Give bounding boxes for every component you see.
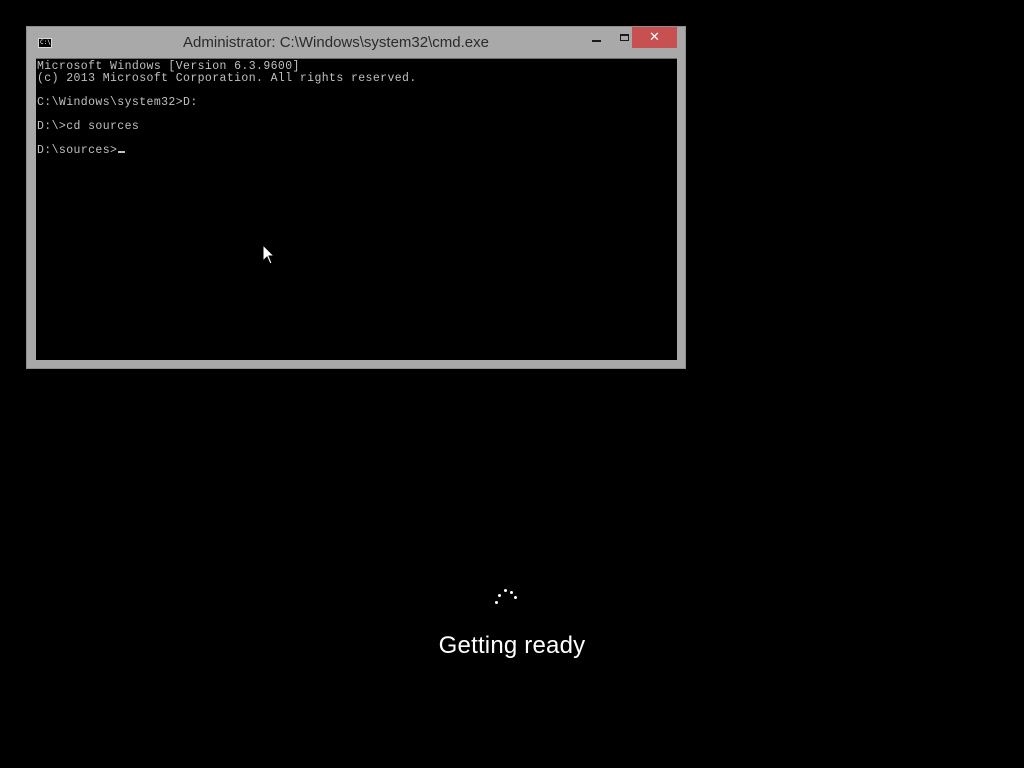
minimize-icon (591, 39, 601, 42)
close-button[interactable]: ✕ (632, 27, 677, 48)
console-line: D:\>cd sources (37, 120, 140, 133)
minimize-button[interactable] (582, 27, 610, 48)
loading-spinner-icon (493, 586, 519, 606)
console-output[interactable]: Microsoft Windows [Version 6.3.9600] (c)… (36, 58, 677, 360)
console-prompt: D:\sources> (37, 144, 118, 157)
maximize-icon (619, 34, 629, 41)
title-bar[interactable]: C:\. Administrator: C:\Windows\system32\… (27, 27, 685, 58)
close-icon: ✕ (649, 30, 660, 45)
setup-status-text: Getting ready (438, 632, 586, 659)
text-cursor (118, 151, 126, 153)
console-line: (c) 2013 Microsoft Corporation. All righ… (37, 72, 417, 85)
mouse-pointer-icon (262, 244, 276, 265)
console-line: C:\Windows\system32>D: (37, 96, 198, 109)
cmd-window[interactable]: C:\. Administrator: C:\Windows\system32\… (26, 26, 686, 369)
console-prompt-line[interactable]: D:\sources> (37, 145, 677, 157)
